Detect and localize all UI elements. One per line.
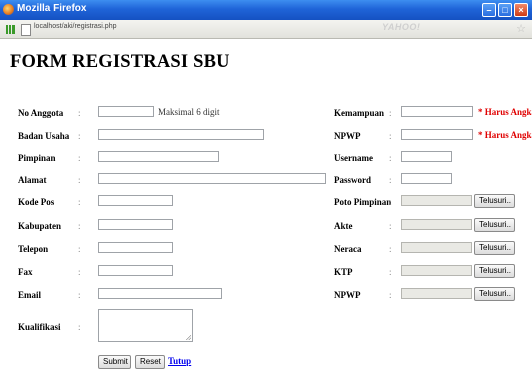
- separator: :: [389, 175, 392, 185]
- maximize-button[interactable]: □: [498, 3, 512, 17]
- window-titlebar: Mozilla Firefox – □ ×: [0, 0, 532, 20]
- label-no-anggota: No Anggota: [18, 108, 64, 118]
- no-anggota-input[interactable]: [98, 106, 154, 117]
- separator: :: [78, 175, 81, 185]
- neraca-browse-button[interactable]: Telusuri..: [474, 241, 515, 255]
- separator: :: [78, 244, 81, 254]
- separator: :: [389, 108, 392, 118]
- username-input[interactable]: [401, 151, 452, 162]
- npwp-input[interactable]: [401, 129, 473, 140]
- separator: :: [78, 322, 81, 332]
- label-kualifikasi: Kualifikasi: [18, 322, 61, 332]
- kode-pos-input[interactable]: [98, 195, 173, 206]
- label-neraca: Neraca: [334, 244, 362, 254]
- npwp-file-field[interactable]: [401, 288, 472, 299]
- page-content: FORM REGISTRASI SBU No Anggota : Maksima…: [0, 39, 532, 379]
- label-fax: Fax: [18, 267, 33, 277]
- fax-input[interactable]: [98, 265, 173, 276]
- page-icon: [21, 24, 31, 36]
- firefox-logo-icon: [3, 4, 14, 15]
- label-npwp-file: NPWP: [334, 290, 361, 300]
- separator: :: [78, 267, 81, 277]
- separator: :: [389, 221, 392, 231]
- separator: :: [78, 153, 81, 163]
- separator: :: [78, 131, 81, 141]
- close-link[interactable]: Tutup: [168, 356, 191, 366]
- separator: :: [78, 290, 81, 300]
- ktp-file-field[interactable]: [401, 265, 472, 276]
- label-telepon: Telepon: [18, 244, 49, 254]
- npwp-required-note: * Harus Angka: [478, 130, 532, 140]
- npwp-file-browse-button[interactable]: Telusuri..: [474, 287, 515, 301]
- label-alamat: Alamat: [18, 175, 47, 185]
- kemampuan-input[interactable]: [401, 106, 473, 117]
- label-email: Email: [18, 290, 42, 300]
- ktp-browse-button[interactable]: Telusuri..: [474, 264, 515, 278]
- label-badan-usaha: Badan Usaha: [18, 131, 70, 141]
- resize-grip-icon[interactable]: [186, 335, 191, 340]
- label-password: Password: [334, 175, 372, 185]
- label-npwp: NPWP: [334, 131, 361, 141]
- email-input[interactable]: [98, 288, 222, 299]
- pimpinan-input[interactable]: [98, 151, 219, 162]
- label-poto-pimpinan: Poto Pimpinan: [334, 197, 392, 207]
- label-akte: Akte: [334, 221, 353, 231]
- no-anggota-note: Maksimal 6 digit: [158, 107, 220, 117]
- address-bar[interactable]: localhost/aki/registrasi.php: [34, 23, 117, 30]
- akte-file-field[interactable]: [401, 219, 472, 230]
- poto-pimpinan-file-field[interactable]: [401, 195, 472, 206]
- separator: :: [389, 153, 392, 163]
- akte-browse-button[interactable]: Telusuri..: [474, 218, 515, 232]
- label-kode-pos: Kode Pos: [18, 197, 55, 207]
- signal-icon: [6, 25, 15, 34]
- window-title: Mozilla Firefox: [17, 3, 87, 14]
- separator: :: [389, 267, 392, 277]
- close-window-button[interactable]: ×: [514, 3, 528, 17]
- poto-pimpinan-browse-button[interactable]: Telusuri..: [474, 194, 515, 208]
- label-kabupaten: Kabupaten: [18, 221, 62, 231]
- browser-toolbar: localhost/aki/registrasi.php YAHOO! ☆: [0, 20, 532, 39]
- label-username: Username: [334, 153, 373, 163]
- search-brand-logo[interactable]: YAHOO!: [382, 22, 420, 32]
- label-kemampuan: Kemampuan: [334, 108, 385, 118]
- telepon-input[interactable]: [98, 242, 173, 253]
- label-ktp: KTP: [334, 267, 353, 277]
- separator: :: [389, 244, 392, 254]
- separator: :: [78, 108, 81, 118]
- label-pimpinan: Pimpinan: [18, 153, 56, 163]
- reset-button[interactable]: Reset: [135, 355, 165, 369]
- page-title: FORM REGISTRASI SBU: [10, 52, 230, 72]
- kabupaten-input[interactable]: [98, 219, 173, 230]
- password-input[interactable]: [401, 173, 452, 184]
- separator: :: [78, 197, 81, 207]
- window-controls: – □ ×: [480, 3, 528, 17]
- kualifikasi-textarea[interactable]: [98, 309, 193, 342]
- separator: :: [389, 131, 392, 141]
- star-icon[interactable]: ☆: [516, 22, 526, 35]
- alamat-input[interactable]: [98, 173, 326, 184]
- kemampuan-required-note: * Harus Angka: [478, 107, 532, 117]
- minimize-button[interactable]: –: [482, 3, 496, 17]
- separator: :: [78, 221, 81, 231]
- submit-button[interactable]: Submit: [98, 355, 131, 369]
- neraca-file-field[interactable]: [401, 242, 472, 253]
- separator: :: [389, 197, 392, 207]
- separator: :: [389, 290, 392, 300]
- badan-usaha-input[interactable]: [98, 129, 264, 140]
